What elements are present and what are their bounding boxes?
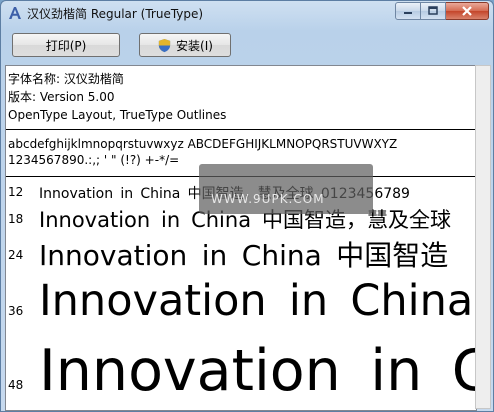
vertical-scrollbar[interactable] — [475, 65, 491, 409]
maximize-button[interactable] — [421, 2, 446, 20]
sample-size-label: 12 — [8, 185, 24, 199]
sample-size-label: 48 — [8, 378, 24, 392]
font-preview-pane[interactable]: 字体名称: 汉仪劲楷简 版本: Version 5.00 OpenType La… — [5, 65, 477, 411]
font-version-line: 版本: Version 5.00 — [8, 90, 115, 104]
window-controls — [395, 2, 489, 21]
shield-icon — [158, 38, 171, 52]
font-name-line: 字体名称: 汉仪劲楷简 — [8, 72, 124, 86]
print-button[interactable]: 打印(P) — [12, 33, 120, 57]
charset-line-letters: abcdefghijklmnopqrstuvwxyz ABCDEFGHIJKLM… — [8, 137, 398, 151]
sample-size-label: 24 — [8, 248, 24, 262]
toolbar: 打印(P) 安装(I) — [9, 29, 485, 61]
minimize-icon — [404, 12, 412, 14]
close-icon — [462, 6, 472, 16]
sample-size-label: 36 — [8, 304, 24, 318]
watermark-text: WWW.9UPK.COM — [211, 192, 325, 206]
sample-text: Innovation in China — [39, 276, 474, 326]
font-type-line: OpenType Layout, TrueType Outlines — [8, 108, 227, 122]
title-bar[interactable]: 汉仪劲楷简 Regular (TrueType) — [1, 1, 493, 25]
sample-text: Innovation in China 中国智造 — [39, 239, 449, 272]
maximize-icon — [428, 6, 438, 15]
sample-size-label: 18 — [8, 212, 24, 226]
minimize-button[interactable] — [395, 2, 421, 20]
install-button[interactable]: 安装(I) — [139, 33, 231, 57]
install-button-label: 安装(I) — [176, 38, 213, 53]
watermark-overlay: WWW.9UPK.COM — [199, 164, 373, 214]
close-button[interactable] — [446, 2, 489, 20]
separator-info — [6, 129, 476, 130]
font-info: 字体名称: 汉仪劲楷简 版本: Version 5.00 OpenType La… — [8, 70, 226, 124]
window-title: 汉仪劲楷简 Regular (TrueType) — [27, 7, 204, 21]
font-viewer-window: 汉仪劲楷简 Regular (TrueType) 打印(P) 安装(I) 字体名… — [0, 0, 494, 412]
print-button-label: 打印(P) — [45, 38, 87, 53]
sample-text: Innovation in C — [39, 338, 477, 404]
font-app-icon — [9, 7, 21, 19]
